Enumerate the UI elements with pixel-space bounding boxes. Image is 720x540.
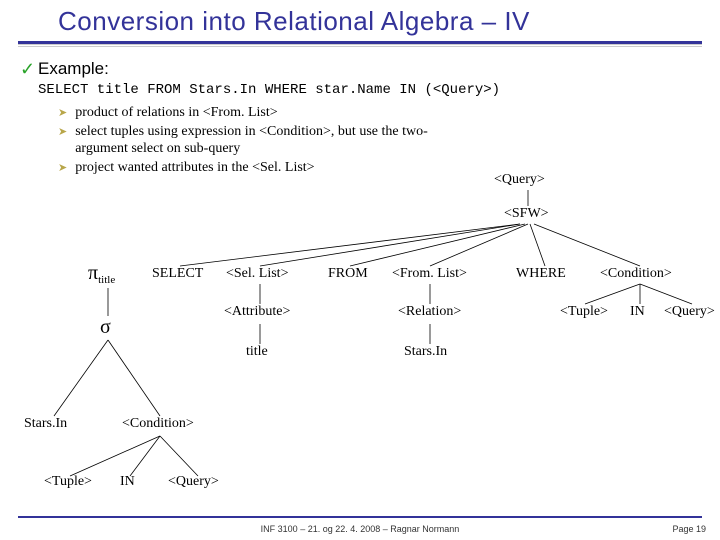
footer-center: INF 3100 – 21. og 22. 4. 2008 – Ragnar N… [261,524,460,534]
node-tuple-l: <Tuple> [44,474,92,490]
chevron-right-icon: ➤ [58,107,67,121]
sql-code: SELECT title FROM Stars.In WHERE star.Na… [38,82,702,98]
node-attribute: <Attribute> [224,304,290,320]
node-fromlist: <From. List> [392,266,467,282]
node-starsin-leaf: Stars.In [404,344,447,360]
example-heading: ✓Example: [20,59,702,80]
node-tuple-r: <Tuple> [560,304,608,320]
node-from-kw: FROM [328,266,368,282]
node-where-kw: WHERE [516,266,566,282]
node-query-r: <Query> [664,304,715,320]
node-sfw: <SFW> [504,206,549,222]
node-in-r: IN [630,304,645,320]
parse-tree-area: <Query> <SFW> SELECT <Sel. List> FROM <F… [0,176,720,506]
footer-page: Page 19 [672,524,706,534]
node-in-l: IN [120,474,135,490]
bullet-item: ➤ select tuples using expression in <Con… [58,123,478,158]
node-title-leaf: title [246,344,268,360]
bullet-item: ➤ product of relations in <From. List> [58,104,478,122]
node-query-top: <Query> [494,172,545,188]
node-query-l: <Query> [168,474,219,490]
check-icon: ✓ [20,59,38,80]
page-title: Conversion into Relational Algebra – IV [58,6,702,37]
node-select-kw: SELECT [152,266,203,282]
node-starsin-l: Stars.In [24,416,67,432]
bullet-text: product of relations in <From. List> [75,104,277,122]
title-underline-2 [18,46,702,47]
node-condition-l: <Condition> [122,416,194,432]
footer-rule [18,516,702,518]
bullet-text: project wanted attributes in the <Sel. L… [75,159,314,177]
title-underline [18,41,702,44]
bullet-text: select tuples using expression in <Condi… [75,123,478,158]
chevron-right-icon: ➤ [58,126,67,140]
node-relation: <Relation> [398,304,461,320]
node-condition-r: <Condition> [600,266,672,282]
node-sellist: <Sel. List> [226,266,288,282]
node-pi: πtitle [88,262,115,286]
node-sigma: σ [100,316,111,339]
chevron-right-icon: ➤ [58,162,67,176]
bullet-item: ➤ project wanted attributes in the <Sel.… [58,159,478,177]
